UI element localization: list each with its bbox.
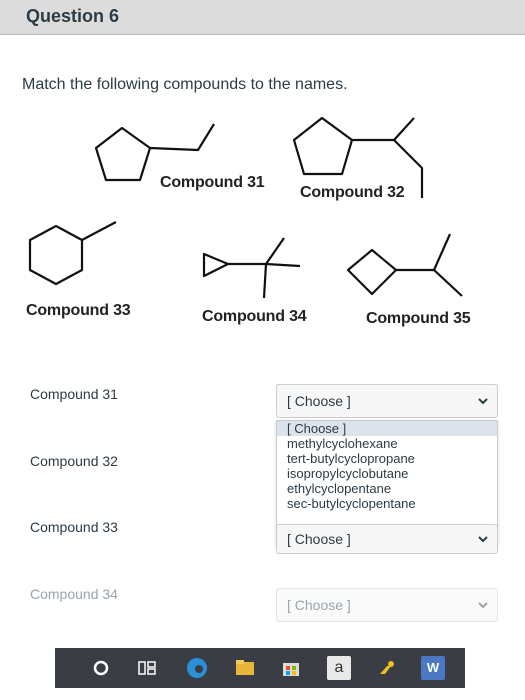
- compound-33-select-value: [ Choose ]: [287, 531, 351, 547]
- question-header: Question 6: [0, 0, 525, 35]
- store-icon[interactable]: [279, 656, 303, 680]
- steam-icon[interactable]: [375, 656, 399, 680]
- compound-32-chain: [352, 117, 415, 142]
- compound-31-ring: [94, 126, 152, 182]
- compound-33-select[interactable]: [ Choose ]: [276, 524, 498, 554]
- dropdown-option[interactable]: [ Choose ]: [277, 421, 497, 436]
- compound-34-select-value: [ Choose ]: [287, 597, 351, 613]
- file-explorer-icon[interactable]: [233, 656, 257, 680]
- compound-35-branch-down: [433, 269, 463, 297]
- structures-area: Compound 31 Compound 32 Compound 33 Comp…: [0, 110, 525, 340]
- compound-31-caption: Compound 31: [160, 174, 265, 191]
- match-label-compound-34: Compound 34: [30, 586, 118, 602]
- compound-33-methyl: [81, 221, 117, 241]
- compound-33-caption: Compound 33: [26, 302, 131, 319]
- compound-32-ring: [292, 116, 354, 176]
- compound-31-chain: [149, 123, 215, 152]
- compound-34-ring: [202, 252, 230, 278]
- compound-35-caption: Compound 35: [366, 310, 471, 327]
- compound-34-select[interactable]: [ Choose ]: [276, 588, 498, 622]
- compound-31-select-value: [ Choose ]: [287, 393, 351, 409]
- dropdown-option[interactable]: methylcyclohexane: [277, 436, 497, 451]
- compound-34-caption: Compound 34: [202, 308, 307, 325]
- match-label-compound-32: Compound 32: [30, 453, 118, 469]
- amazon-icon[interactable]: a: [327, 656, 351, 680]
- task-view-icon[interactable]: [135, 656, 159, 680]
- compound-35-ring: [346, 248, 398, 296]
- word-icon[interactable]: W: [421, 656, 445, 680]
- dropdown-option[interactable]: ethylcyclopentane: [277, 481, 497, 496]
- compound-33-ring: [28, 224, 84, 286]
- dropdown-option[interactable]: isopropylcyclobutane: [277, 466, 497, 481]
- circle-icon[interactable]: [89, 656, 113, 680]
- compound-34-branch-down: [262, 263, 268, 299]
- compound-34-branch-up: [265, 237, 285, 265]
- chevron-down-icon: [478, 536, 488, 543]
- question-title: Question 6: [26, 6, 120, 26]
- compound-35-branch-up: [432, 233, 452, 271]
- edge-icon[interactable]: [185, 656, 209, 680]
- chevron-down-icon: [478, 602, 488, 609]
- match-label-compound-31: Compound 31: [30, 386, 118, 402]
- chevron-down-icon: [478, 398, 488, 405]
- dropdown-option[interactable]: sec-butylcyclopentane: [277, 496, 497, 511]
- taskbar: a W: [55, 648, 465, 688]
- match-label-compound-33: Compound 33: [30, 519, 118, 535]
- compound-32-caption: Compound 32: [300, 184, 405, 201]
- compound-31-select[interactable]: [ Choose ]: [276, 384, 498, 418]
- dropdown-option[interactable]: tert-butylcyclopropane: [277, 451, 497, 466]
- compound-34-branch-right: [265, 262, 301, 268]
- question-prompt: Match the following compounds to the nam…: [22, 76, 348, 93]
